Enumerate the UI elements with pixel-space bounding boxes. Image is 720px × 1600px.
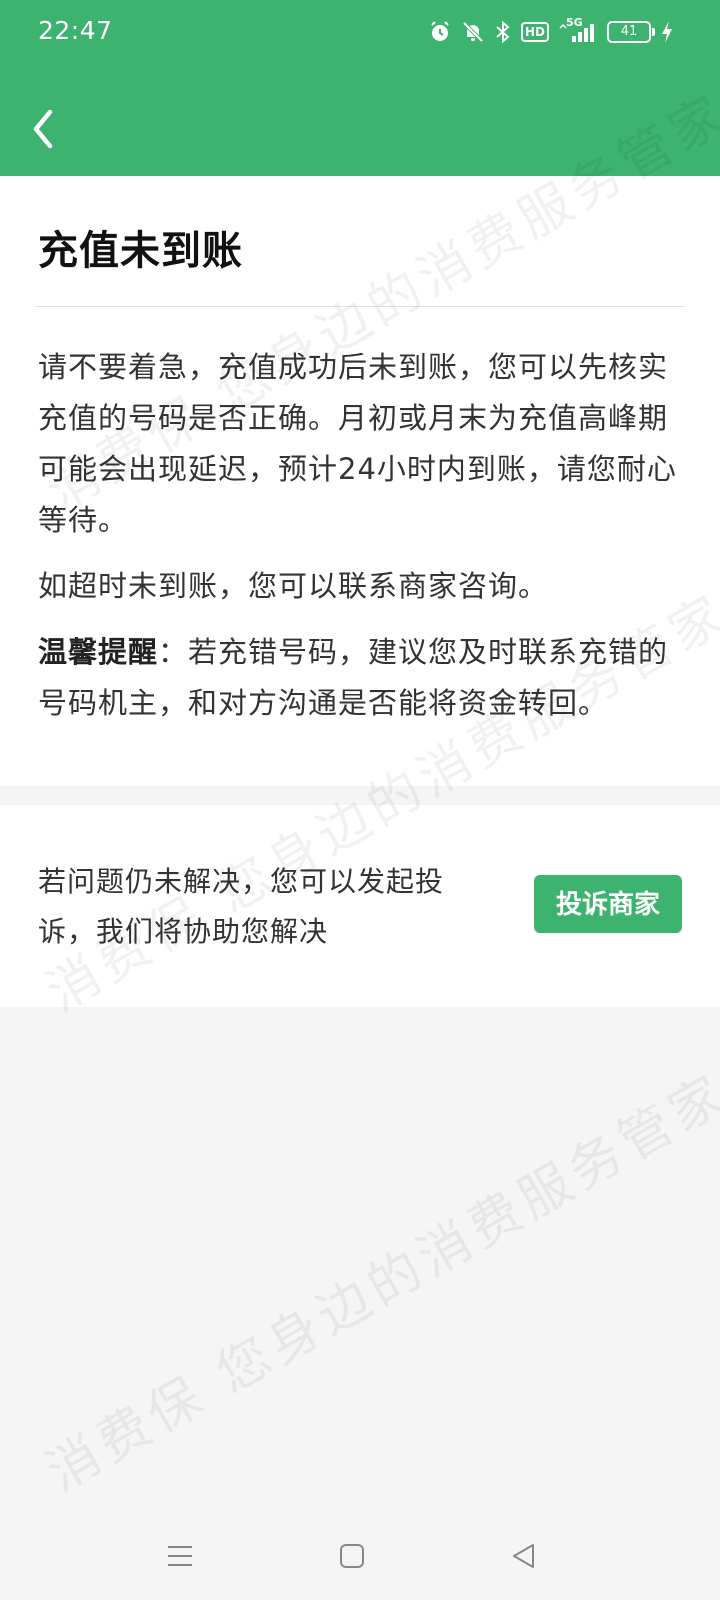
watermark-text: 消费保 您身边的消费服务管家 (36, 1062, 720, 1504)
home-icon (340, 1544, 364, 1568)
nav-menu-button[interactable] (160, 1536, 200, 1576)
nav-home-button[interactable] (332, 1536, 372, 1576)
status-bar: 22:47 HD 5G 41 (0, 0, 720, 66)
system-nav-bar (0, 1512, 720, 1600)
complaint-card: 若问题仍未解决，您可以发起投诉，我们将协助您解决 投诉商家 (0, 805, 720, 1007)
charging-icon (662, 21, 672, 43)
tip-label: 温馨提醒 (38, 635, 159, 669)
paragraph-tip: 温馨提醒：若充错号码，建议您及时联系充错的号码机主，和对方沟通是否能将资金转回。 (38, 627, 688, 729)
alarm-icon (431, 21, 449, 41)
page-title: 充值未到账 (38, 228, 243, 274)
status-icons: HD 5G 41 (428, 16, 674, 47)
explanation-content: 请不要着急，充值成功后未到账，您可以先核实充值的号码是否正确。月初或月末为充值高… (38, 342, 688, 744)
back-triangle-icon (513, 1544, 534, 1568)
paragraph-contact-merchant: 如超时未到账，您可以联系商家咨询。 (38, 569, 549, 603)
status-time: 22:47 (38, 16, 113, 45)
main-card: 充值未到账 请不要着急，充值成功后未到账，您可以先核实充值的号码是否正确。月初或… (0, 176, 720, 786)
title-divider (35, 306, 685, 307)
signal-icon: 5G (558, 16, 598, 44)
app-header: 22:47 HD 5G 41 (0, 0, 720, 176)
bluetooth-icon (496, 20, 510, 44)
menu-icon (168, 1546, 192, 1566)
nav-back-button[interactable] (504, 1536, 544, 1576)
complain-merchant-button[interactable]: 投诉商家 (534, 875, 682, 933)
back-button[interactable] (22, 104, 66, 156)
battery-indicator: 41 (607, 21, 655, 43)
chevron-left-icon (33, 109, 53, 149)
mute-bell-icon (462, 21, 484, 43)
paragraph-delay-info: 请不要着急，充值成功后未到账，您可以先核实充值的号码是否正确。月初或月末为充值高… (38, 350, 677, 537)
complaint-prompt: 若问题仍未解决，您可以发起投诉，我们将协助您解决 (38, 865, 445, 948)
hd-badge: HD (520, 22, 549, 42)
